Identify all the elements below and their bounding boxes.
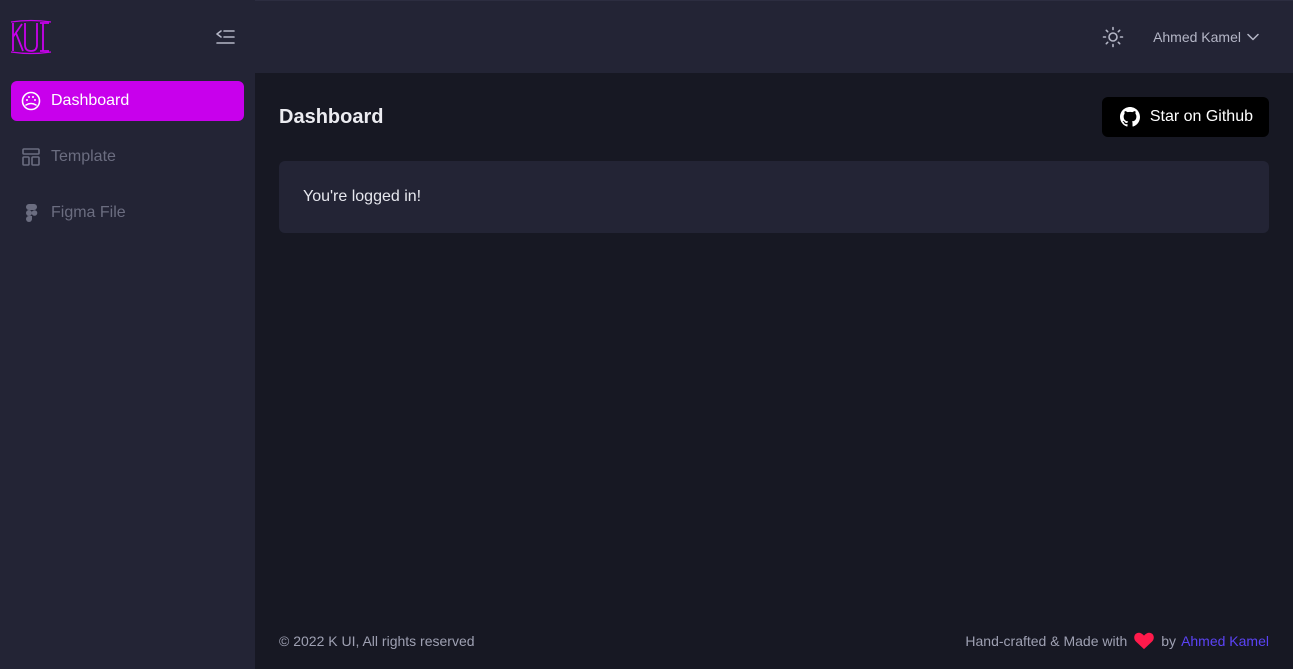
footer: © 2022 K UI, All rights reserved Hand-cr…	[279, 629, 1269, 653]
star-on-github-button[interactable]: Star on Github	[1101, 97, 1269, 137]
main-content: Dashboard Star on Github You're logged i…	[255, 73, 1293, 669]
sidebar-collapse-button[interactable]	[213, 25, 237, 49]
dashboard-gauge-icon	[21, 91, 41, 111]
figma-icon	[21, 203, 41, 223]
github-button-label: Star on Github	[1149, 108, 1253, 125]
sidebar-item-dashboard[interactable]: Dashboard	[11, 81, 244, 121]
sidebar-item-label: Dashboard	[51, 92, 130, 109]
kui-logo-icon	[10, 19, 52, 54]
sidebar-item-figma-file[interactable]: Figma File	[11, 193, 244, 233]
chevron-down-icon	[1247, 33, 1259, 41]
sidebar-item-label: Template	[51, 148, 116, 165]
page-title: Dashboard	[279, 105, 384, 128]
sidebar: Dashboard Template Figma File	[0, 0, 255, 669]
sidebar-header	[0, 0, 255, 73]
logged-in-message: You're logged in!	[303, 188, 422, 205]
sun-icon	[1102, 26, 1124, 48]
footer-credits: Hand-crafted & Made with by Ahmed Kamel	[965, 632, 1269, 650]
app-root: Dashboard Template Figma File Ahmed Kame…	[0, 0, 1293, 669]
logo[interactable]	[10, 19, 52, 55]
topbar: Ahmed Kamel	[255, 0, 1293, 73]
theme-toggle-button[interactable]	[1101, 25, 1125, 49]
collapse-menu-icon	[216, 29, 235, 44]
sidebar-item-label: Figma File	[51, 204, 126, 221]
copyright-text: © 2022 K UI, All rights reserved	[279, 633, 475, 649]
template-layout-icon	[21, 147, 41, 167]
made-with-text: Hand-crafted & Made with	[965, 633, 1128, 649]
author-link[interactable]: Ahmed Kamel	[1181, 633, 1269, 649]
by-text: by	[1161, 633, 1177, 649]
sidebar-item-template[interactable]: Template	[11, 137, 244, 177]
user-menu-dropdown[interactable]: Ahmed Kamel	[1153, 29, 1259, 45]
github-icon	[1119, 107, 1140, 127]
page-header: Dashboard Star on Github	[279, 97, 1269, 137]
sidebar-nav: Dashboard Template Figma File	[0, 73, 255, 233]
status-card: You're logged in!	[279, 161, 1269, 233]
user-name: Ahmed Kamel	[1153, 29, 1241, 45]
heart-icon	[1133, 632, 1155, 650]
